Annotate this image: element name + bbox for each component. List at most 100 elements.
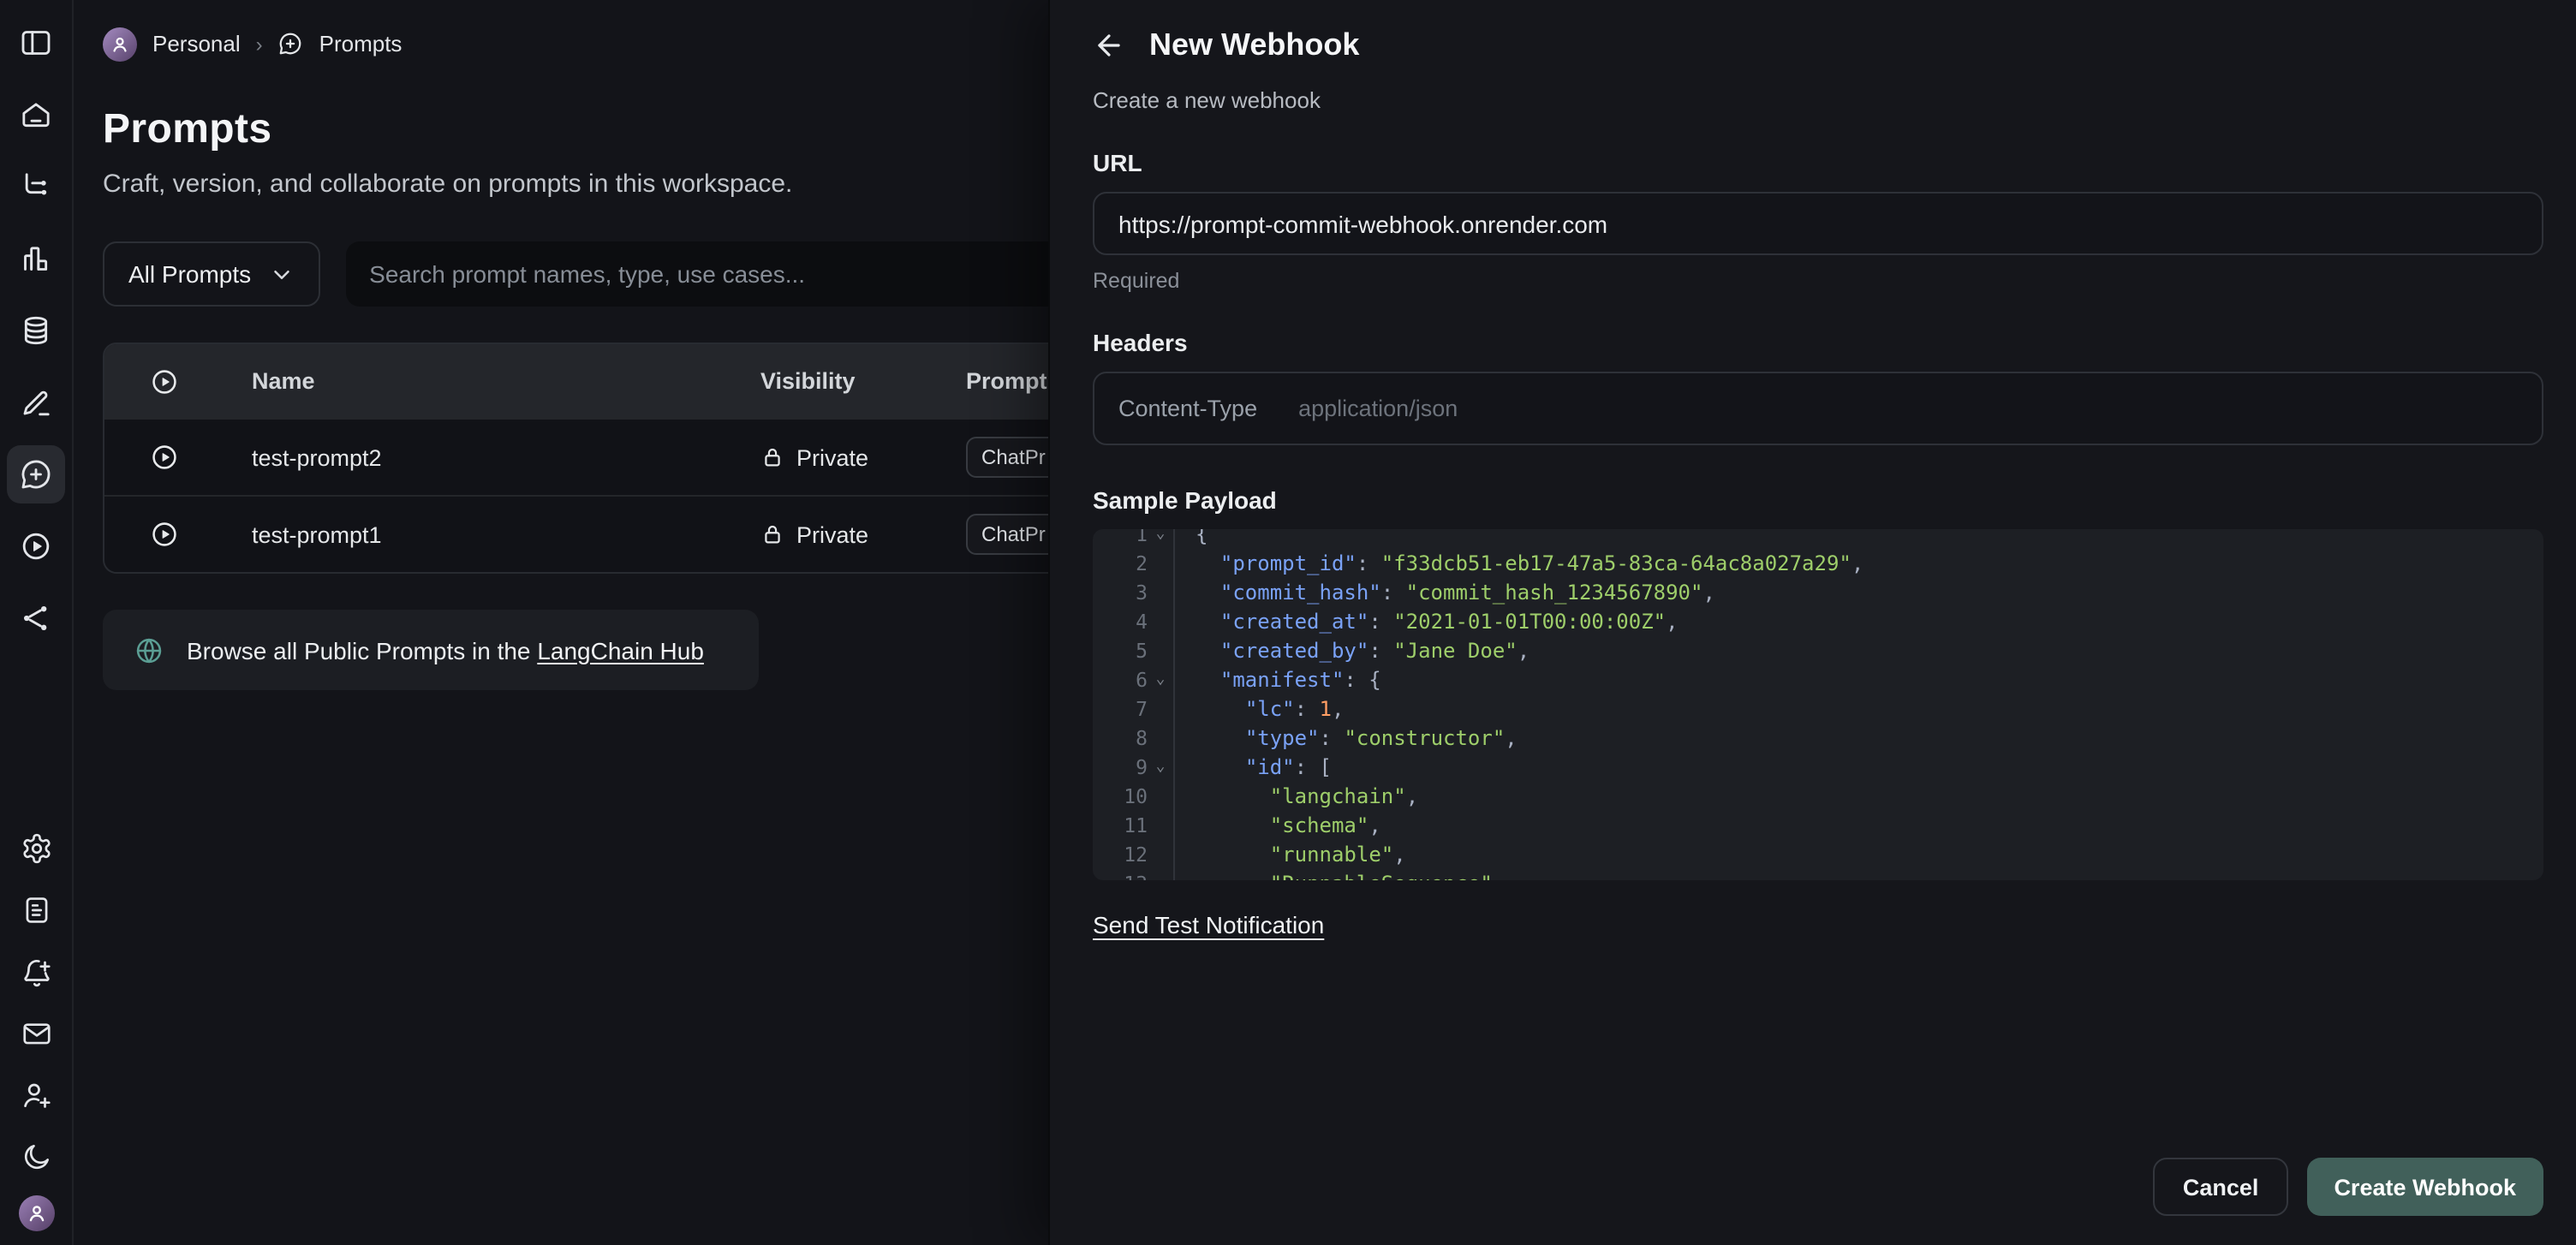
- visibility-label: Private: [796, 521, 868, 547]
- code-line: 12 "runnable",: [1093, 841, 2543, 870]
- fold-chevron-icon[interactable]: ⌄: [1148, 529, 1173, 550]
- mail-envelope-icon[interactable]: [12, 1010, 60, 1057]
- code-text: "created_at": "2021-01-01T00:00:00Z",: [1196, 608, 1679, 637]
- monitoring-chart-icon[interactable]: [7, 229, 65, 288]
- code-text: "type": "constructor",: [1196, 724, 1518, 754]
- table-header-row: Name Visibility Prompt: [104, 344, 1202, 418]
- line-number: 12: [1093, 841, 1148, 870]
- langchain-hub-link[interactable]: LangChain Hub: [537, 636, 704, 664]
- breadcrumb-separator: ›: [256, 32, 263, 56]
- fold-spacer: [1148, 637, 1173, 666]
- playground-play-icon[interactable]: [7, 517, 65, 575]
- trace-tree-icon[interactable]: [7, 158, 65, 216]
- workspace-avatar[interactable]: [103, 27, 137, 61]
- globe-icon: [134, 634, 164, 665]
- create-webhook-button[interactable]: Create Webhook: [2306, 1158, 2543, 1216]
- invite-person-plus-icon[interactable]: [12, 1072, 60, 1118]
- search-input[interactable]: [345, 241, 1099, 307]
- visibility-cell: Private: [760, 444, 966, 470]
- url-helper: Required: [1093, 269, 2543, 293]
- fold-chevron-icon[interactable]: ⌄: [1148, 666, 1173, 695]
- cancel-button[interactable]: Cancel: [2154, 1158, 2288, 1216]
- prompt-type-badge: ChatPr: [966, 514, 1061, 555]
- new-webhook-drawer: New Webhook Create a new webhook URL Req…: [1048, 0, 2576, 1245]
- code-text: "manifest": {: [1196, 666, 1381, 695]
- visibility-label: Private: [796, 444, 868, 470]
- code-line: 5 "created_by": "Jane Doe",: [1093, 637, 2543, 666]
- sidebar: [0, 0, 74, 1245]
- line-number: 5: [1093, 637, 1148, 666]
- prompts-chat-plus-icon[interactable]: [7, 445, 65, 503]
- code-text: "runnable",: [1196, 841, 1406, 870]
- code-line: 7 "lc": 1,: [1093, 695, 2543, 724]
- send-test-notification-link[interactable]: Send Test Notification: [1093, 911, 1324, 938]
- settings-gear-icon[interactable]: [12, 825, 60, 872]
- header-value-placeholder: application/json: [1298, 396, 1458, 421]
- code-text: "prompt_id": "f33dcb51-eb17-47a5-83ca-64…: [1196, 550, 1863, 579]
- column-header-visibility[interactable]: Visibility: [760, 368, 966, 394]
- user-avatar[interactable]: [18, 1195, 54, 1231]
- fold-spacer: [1148, 841, 1173, 870]
- code-line: 3 "commit_hash": "commit_hash_1234567890…: [1093, 579, 2543, 608]
- url-input[interactable]: [1118, 210, 2518, 237]
- open-playground-icon[interactable]: [104, 519, 224, 550]
- code-line: 2 "prompt_id": "f33dcb51-eb17-47a5-83ca-…: [1093, 550, 2543, 579]
- prompts-table: Name Visibility Prompt test-prompt2 Priv…: [103, 343, 1204, 574]
- line-number: 10: [1093, 783, 1148, 812]
- code-text: {: [1196, 529, 1208, 550]
- deployments-share-icon[interactable]: [7, 589, 65, 647]
- code-line: 11 "schema",: [1093, 812, 2543, 841]
- line-number: 13: [1093, 870, 1148, 880]
- code-text: "id": [: [1196, 754, 1332, 783]
- code-line: 9⌄ "id": [: [1093, 754, 2543, 783]
- breadcrumb-page[interactable]: Prompts: [319, 31, 402, 57]
- docs-document-icon[interactable]: [12, 887, 60, 933]
- line-number: 9: [1093, 754, 1148, 783]
- line-number: 4: [1093, 608, 1148, 637]
- sample-payload-editor[interactable]: 1⌄{2 "prompt_id": "f33dcb51-eb17-47a5-83…: [1093, 529, 2543, 880]
- datasets-database-icon[interactable]: [7, 301, 65, 360]
- table-row[interactable]: test-prompt2 Private ChatPr: [104, 418, 1202, 495]
- prompt-name[interactable]: test-prompt2: [224, 444, 760, 470]
- headers-field[interactable]: Content-Type application/json: [1093, 372, 2543, 445]
- code-text: "lc": 1,: [1196, 695, 1344, 724]
- code-line: 8 "type": "constructor",: [1093, 724, 2543, 754]
- sidebar-top-group: [7, 0, 65, 647]
- sidebar-bottom-group: [12, 825, 60, 1245]
- prompt-name[interactable]: test-prompt1: [224, 521, 760, 547]
- fold-spacer: [1148, 870, 1173, 880]
- table-row[interactable]: test-prompt1 Private ChatPr: [104, 495, 1202, 572]
- drawer-title: New Webhook: [1149, 27, 1359, 63]
- line-number: 11: [1093, 812, 1148, 841]
- dark-mode-moon-icon[interactable]: [12, 1134, 60, 1180]
- url-field-wrap: [1093, 192, 2543, 255]
- prompts-filter-dropdown[interactable]: All Prompts: [103, 241, 319, 307]
- panel-toggle-icon[interactable]: [7, 14, 65, 72]
- code-line: 4 "created_at": "2021-01-01T00:00:00Z",: [1093, 608, 2543, 637]
- filter-label: All Prompts: [128, 260, 251, 288]
- fold-spacer: [1148, 724, 1173, 754]
- fold-spacer: [1148, 812, 1173, 841]
- home-icon[interactable]: [7, 86, 65, 144]
- fold-spacer: [1148, 783, 1173, 812]
- fold-spacer: [1148, 550, 1173, 579]
- breadcrumb-workspace[interactable]: Personal: [152, 31, 241, 57]
- notifications-bell-plus-icon[interactable]: [12, 949, 60, 995]
- code-text: "RunnableSequence",: [1196, 870, 1505, 880]
- line-number: 6: [1093, 666, 1148, 695]
- back-arrow-icon[interactable]: [1093, 29, 1125, 62]
- prompts-chat-plus-icon: [278, 31, 304, 57]
- fold-chevron-icon[interactable]: ⌄: [1148, 754, 1173, 783]
- annotate-pencil-icon[interactable]: [7, 373, 65, 432]
- prompt-type-badge: ChatPr: [966, 437, 1061, 478]
- line-number: 1: [1093, 529, 1148, 550]
- line-number: 2: [1093, 550, 1148, 579]
- fold-spacer: [1148, 608, 1173, 637]
- hub-banner: Browse all Public Prompts in the LangCha…: [103, 610, 759, 690]
- sample-payload-label: Sample Payload: [1093, 486, 2543, 514]
- code-line: 13 "RunnableSequence",: [1093, 870, 2543, 880]
- headers-label: Headers: [1093, 329, 2543, 356]
- open-playground-icon[interactable]: [104, 442, 224, 473]
- column-header-name[interactable]: Name: [224, 368, 760, 394]
- hub-banner-text: Browse all Public Prompts in the LangCha…: [187, 636, 704, 664]
